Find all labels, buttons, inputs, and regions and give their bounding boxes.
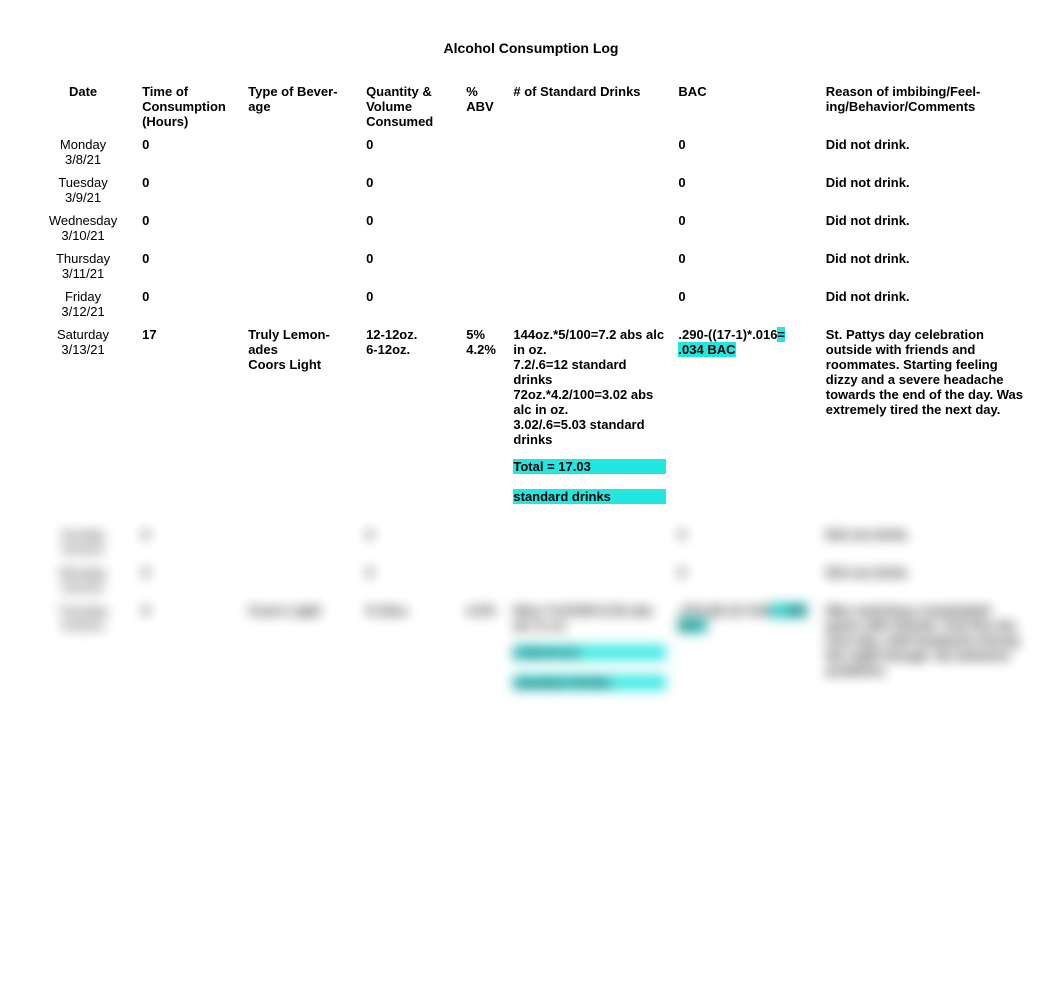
cell-abv — [460, 133, 507, 171]
cell-qty: 0 — [360, 209, 460, 247]
cell-qty: 0 — [360, 285, 460, 323]
cell-bac: .290-((17-1)*.016= .034 BAC — [672, 323, 819, 523]
highlight-bac: = .008 BAC — [678, 603, 806, 633]
cell-bev — [242, 247, 360, 285]
highlight-bac: = .034 BAC — [678, 327, 785, 357]
cell-time: 0 — [136, 209, 242, 247]
table-row: Tuesday3/9/21000Did not drink. — [30, 171, 1032, 209]
cell-reason: Did not drink. — [820, 209, 1032, 247]
table-row: Sunday3/14/21000Did not drink. — [30, 523, 1032, 561]
cell-date: Monday3/15/21 — [30, 561, 136, 599]
table-row: Thursday3/11/21000Did not drink. — [30, 247, 1032, 285]
cell-bac: 0 — [672, 209, 819, 247]
cell-qty: 5-12oz. — [360, 599, 460, 709]
alcohol-log-table: Date Time of Consump­tion (Hours) Type o… — [30, 80, 1032, 709]
cell-abv: 4.2% — [460, 599, 507, 709]
cell-time: 0 — [136, 561, 242, 599]
cell-std: 60oz.*4.2/100=2.52 abs alc in oz.2.52/.6… — [507, 599, 672, 709]
cell-abv — [460, 209, 507, 247]
cell-reason: Did not drink. — [820, 523, 1032, 561]
cell-std — [507, 209, 672, 247]
cell-date: Sunday3/14/21 — [30, 523, 136, 561]
cell-reason: Did not drink. — [820, 285, 1032, 323]
cell-std — [507, 285, 672, 323]
cell-abv — [460, 247, 507, 285]
header-abv: % ABV — [460, 80, 507, 133]
cell-bev — [242, 561, 360, 599]
table-row: Wednesday3/10/21000Did not drink. — [30, 209, 1032, 247]
cell-bev — [242, 133, 360, 171]
cell-reason: Did not drink. — [820, 247, 1032, 285]
header-reason: Reason of imbibing/Feel­ing/Behavior/Com… — [820, 80, 1032, 133]
highlight-total: Total = 17.03 — [513, 459, 666, 474]
cell-reason: Was watching a basketball game with frie… — [820, 599, 1032, 709]
cell-std: 144oz.*5/100=7.2 abs alc in oz.7.2/.6=12… — [507, 323, 672, 523]
cell-reason: Did not drink. — [820, 133, 1032, 171]
header-time: Time of Consump­tion (Hours) — [136, 80, 242, 133]
header-bev: Type of Bever­age — [242, 80, 360, 133]
cell-abv — [460, 285, 507, 323]
cell-std — [507, 523, 672, 561]
cell-std — [507, 171, 672, 209]
page-title: Alcohol Consumption Log — [30, 40, 1032, 56]
highlight-total: standard drinks — [513, 675, 666, 690]
cell-date: Tuesday3/9/21 — [30, 171, 136, 209]
cell-time: 0 — [136, 285, 242, 323]
cell-reason: Did not drink. — [820, 171, 1032, 209]
cell-reason: Did not drink. — [820, 561, 1032, 599]
cell-bac: 0 — [672, 561, 819, 599]
cell-qty: 0 — [360, 561, 460, 599]
table-row: Saturday3/13/2117Truly Lemon­adesCoors L… — [30, 323, 1032, 523]
cell-abv — [460, 561, 507, 599]
cell-bev — [242, 171, 360, 209]
cell-time: 17 — [136, 323, 242, 523]
cell-bac: 0 — [672, 523, 819, 561]
cell-time: 5 — [136, 599, 242, 709]
cell-qty: 0 — [360, 133, 460, 171]
cell-qty: 0 — [360, 523, 460, 561]
cell-qty: 0 — [360, 247, 460, 285]
cell-date: Friday3/12/21 — [30, 285, 136, 323]
cell-std — [507, 247, 672, 285]
header-qty: Quantity & Volume Consumed — [360, 80, 460, 133]
cell-std — [507, 133, 672, 171]
cell-date: Saturday3/13/21 — [30, 323, 136, 523]
cell-time: 0 — [136, 247, 242, 285]
cell-bev — [242, 209, 360, 247]
cell-date: Monday3/8/21 — [30, 133, 136, 171]
cell-abv — [460, 523, 507, 561]
cell-bev: Coors Light — [242, 599, 360, 709]
header-bac: BAC — [672, 80, 819, 133]
table-row: Monday3/8/21000Did not drink. — [30, 133, 1032, 171]
table-row: Tuesday3/16/215Coors Light5-12oz.4.2%60o… — [30, 599, 1032, 709]
cell-qty: 0 — [360, 171, 460, 209]
table-row: Monday3/15/21000Did not drink. — [30, 561, 1032, 599]
cell-bev — [242, 285, 360, 323]
highlight-total: 2.52/.6=4.2 — [513, 645, 666, 660]
cell-bev — [242, 523, 360, 561]
cell-bac: 0 — [672, 171, 819, 209]
cell-bac: 0 — [672, 247, 819, 285]
cell-time: 0 — [136, 171, 242, 209]
cell-abv: 5%4.2% — [460, 323, 507, 523]
cell-date: Thursday3/11/21 — [30, 247, 136, 285]
cell-std — [507, 561, 672, 599]
cell-date: Wednesday3/10/21 — [30, 209, 136, 247]
cell-bac: 0 — [672, 133, 819, 171]
header-date: Date — [30, 80, 136, 133]
table-row: Friday3/12/21000Did not drink. — [30, 285, 1032, 323]
cell-bac: 0 — [672, 285, 819, 323]
cell-bac: .072-((5-1)*.016= .008 BAC — [672, 599, 819, 709]
cell-reason: St. Pattys day celebration outside with … — [820, 323, 1032, 523]
table-header-row: Date Time of Consump­tion (Hours) Type o… — [30, 80, 1032, 133]
cell-qty: 12-12oz.6-12oz. — [360, 323, 460, 523]
header-std: # of Standard Drinks — [507, 80, 672, 133]
cell-bev: Truly Lemon­adesCoors Light — [242, 323, 360, 523]
cell-time: 0 — [136, 133, 242, 171]
cell-abv — [460, 171, 507, 209]
cell-date: Tuesday3/16/21 — [30, 599, 136, 709]
highlight-total: standard drinks — [513, 489, 666, 504]
cell-time: 0 — [136, 523, 242, 561]
